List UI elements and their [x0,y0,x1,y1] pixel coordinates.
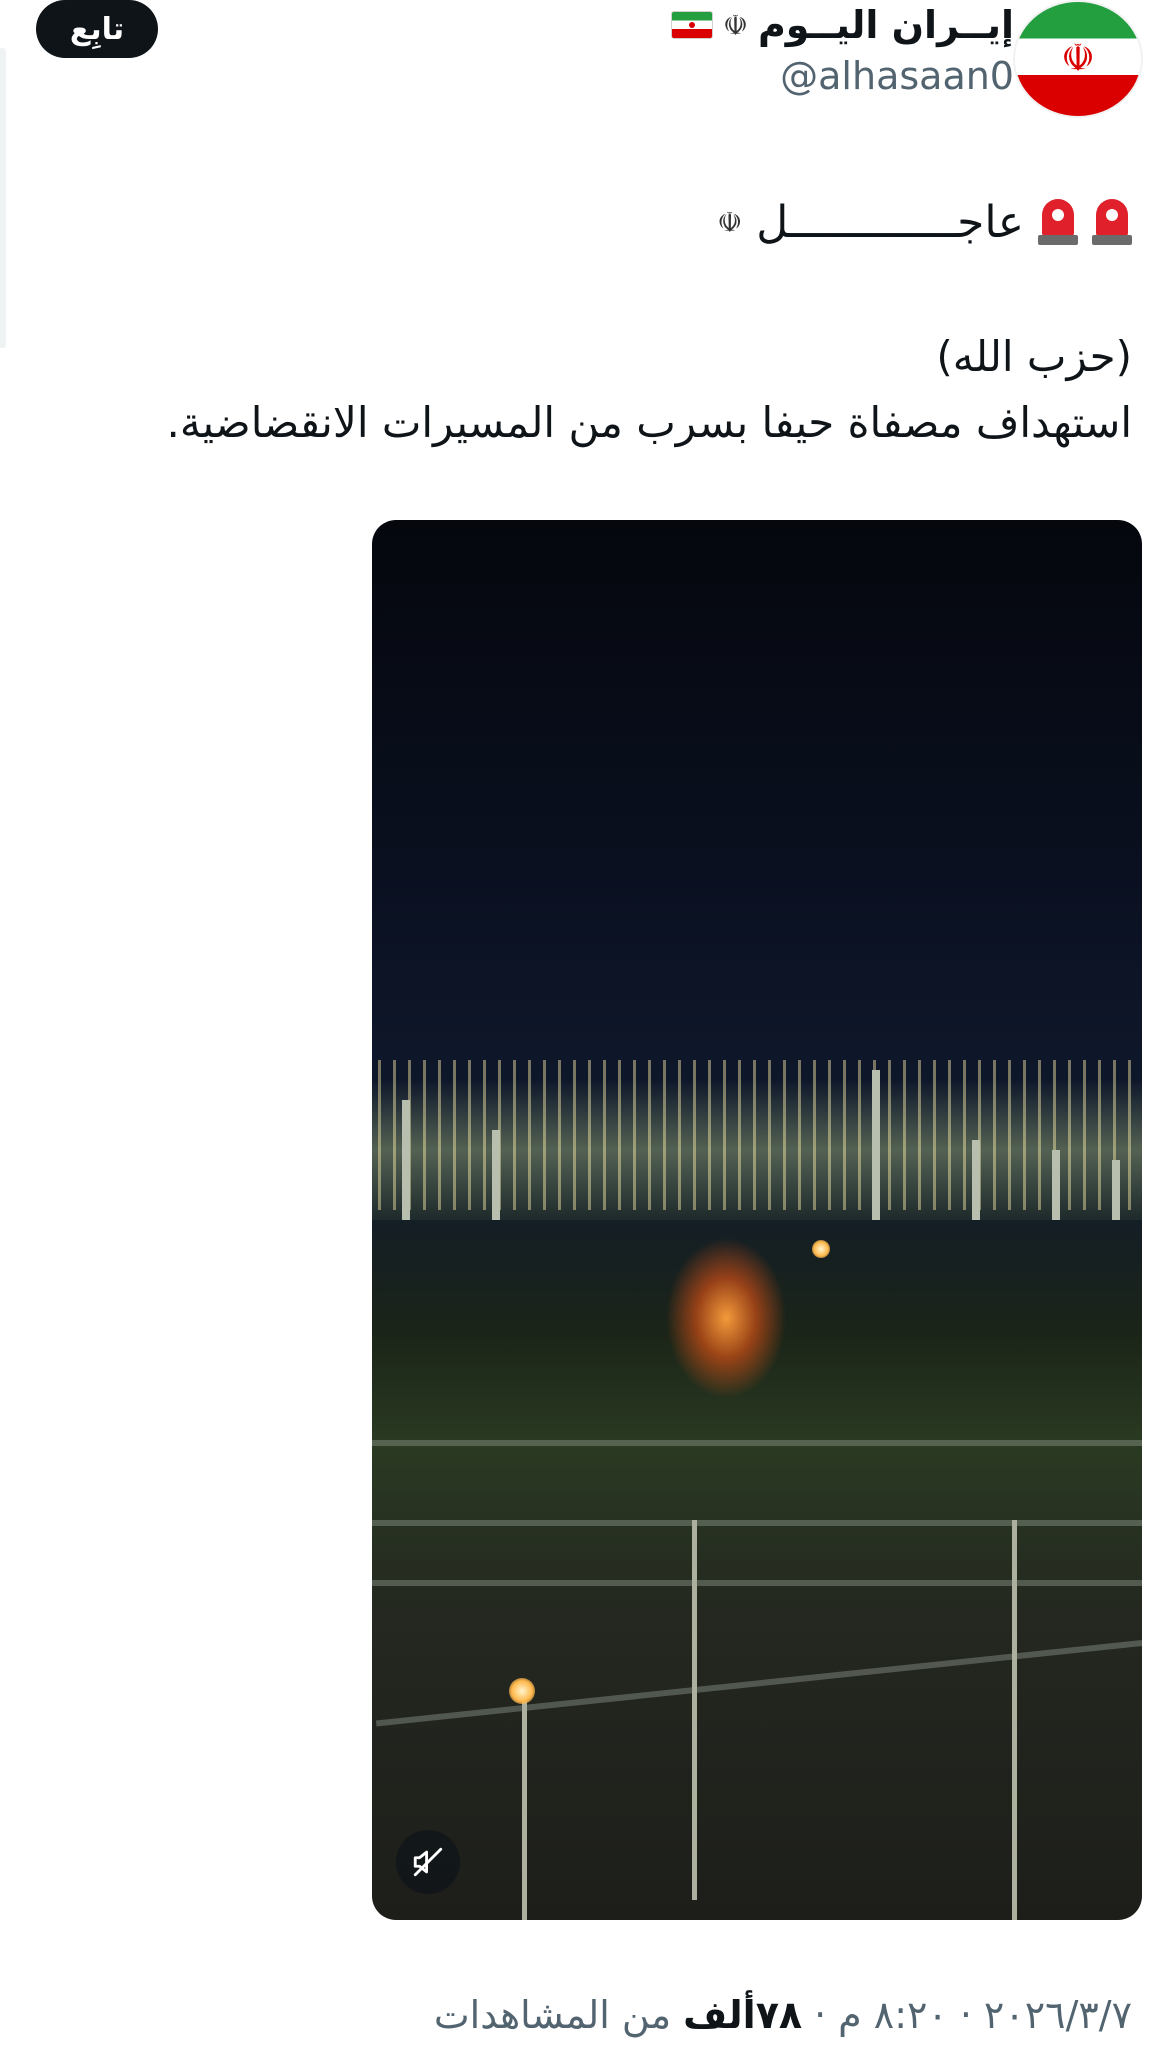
siren-icon [1092,197,1132,247]
follow-button[interactable]: تابِع [36,0,158,58]
iran-emblem-icon: ☫ [722,8,748,42]
iran-emblem-icon: ☫ [717,205,743,239]
muted-speaker-icon [413,1847,443,1877]
tweet-video[interactable] [372,520,1142,1920]
mute-button[interactable] [396,1830,460,1894]
tweet-page: ☫ إيــران اليــوم ☫ @alhasaan0 تابِع عاج… [0,0,1168,2048]
refinery-lights [372,1060,1142,1210]
views-count: ٧٨ألف [683,1993,803,2037]
views-label: من المشاهدات [433,1993,672,2037]
tweet-meta: ٢٠٢٦/٣/٧ · ٨:٢٠ م · ٧٨ألف من المشاهدات [434,1990,1132,2040]
tweet-headline: عاجـــــــــــــل ☫ [717,190,1132,254]
display-name-text: إيــران اليــوم [757,3,1014,47]
tweet-date[interactable]: ٢٠٢٦/٣/٧ [984,1993,1132,2037]
tweet-text-line: استهداف مصفاة حيفا بسرب من المسيرات الان… [166,398,1133,447]
iran-flag-avatar-icon: ☫ [1060,36,1096,80]
urgent-label: عاجـــــــــــــل [756,196,1024,248]
author-display-name[interactable]: إيــران اليــوم ☫ [670,0,1014,50]
avatar[interactable]: ☫ [1013,0,1143,118]
author-handle[interactable]: @alhasaan0 [780,54,1014,98]
separator: · [959,1993,972,2037]
tweet-text-line: (حزب الله) [936,332,1132,381]
tweet-time[interactable]: ٨:٢٠ م [838,1993,948,2037]
scroll-edge-indicator [0,48,6,348]
siren-icon [1038,197,1078,247]
iran-flag-icon [670,11,713,39]
separator: · [814,1993,827,2037]
